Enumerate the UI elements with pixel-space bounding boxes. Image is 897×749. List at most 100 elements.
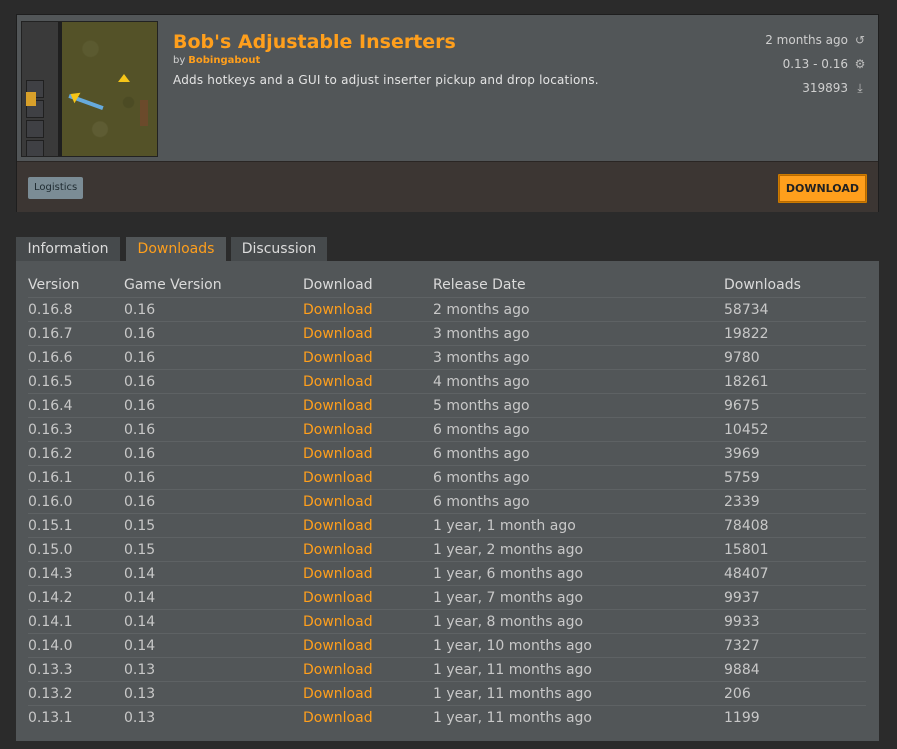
download-count-cell: 1199: [724, 710, 760, 726]
download-count-cell: 7327: [724, 638, 760, 654]
download-count-cell: 78408: [724, 518, 769, 534]
updated-text: 2 months ago: [765, 33, 848, 47]
release-date-cell: 1 year, 10 months ago: [433, 638, 592, 654]
download-count-cell: 15801: [724, 542, 769, 558]
downloads-meta: 319893 ⤓: [802, 81, 866, 96]
download-link[interactable]: Download: [303, 614, 373, 630]
download-count-cell: 2339: [724, 494, 760, 510]
version-cell: 0.16.6: [28, 350, 73, 366]
version-cell: 0.13.3: [28, 662, 73, 678]
mod-title[interactable]: Bob's Adjustable Inserters: [173, 31, 456, 53]
download-link[interactable]: Download: [303, 686, 373, 702]
thumbnail-tile: [26, 140, 44, 156]
table-row: 0.15.1 0.15 Download 1 year, 1 month ago 784…: [28, 513, 866, 538]
download-count-cell: 9937: [724, 590, 760, 606]
table-row: 0.13.2 0.13 Download 1 year, 11 months ago 2…: [28, 681, 866, 706]
mod-card: Bob's Adjustable Inserters by Bobingabout…: [16, 14, 879, 212]
downloads-panel: Version Game Version Download Release Da…: [16, 261, 879, 741]
thumbnail-inserter: [26, 92, 36, 106]
table-row: 0.16.7 0.16 Download 3 months ago 19822: [28, 321, 866, 346]
release-date-cell: 1 year, 8 months ago: [433, 614, 584, 630]
game-version-cell: 0.14: [124, 614, 156, 630]
release-date-cell: 6 months ago: [433, 494, 530, 510]
table-row: 0.13.1 0.13 Download 1 year, 11 months ago 1…: [28, 705, 866, 730]
game-version-cell: 0.16: [124, 398, 156, 414]
mod-thumbnail[interactable]: [21, 21, 158, 157]
table-row: 0.16.1 0.16 Download 6 months ago 5759: [28, 465, 866, 490]
download-link[interactable]: Download: [303, 662, 373, 678]
version-cell: 0.13.1: [28, 710, 73, 726]
release-date-cell: 1 year, 11 months ago: [433, 710, 592, 726]
history-icon: ↺: [854, 33, 866, 47]
tab-discussion[interactable]: Discussion: [231, 237, 327, 261]
tab-information[interactable]: Information: [16, 237, 120, 261]
game-version-cell: 0.15: [124, 542, 156, 558]
download-link[interactable]: Download: [303, 494, 373, 510]
download-count-cell: 9675: [724, 398, 760, 414]
mod-author-link[interactable]: Bobingabout: [188, 55, 260, 66]
version-cell: 0.16.0: [28, 494, 73, 510]
download-link[interactable]: Download: [303, 566, 373, 582]
download-link[interactable]: Download: [303, 710, 373, 726]
download-button[interactable]: DOWNLOAD: [777, 174, 867, 203]
download-link[interactable]: Download: [303, 302, 373, 318]
table-row: 0.14.2 0.14 Download 1 year, 7 months ago 99…: [28, 585, 866, 610]
column-header-release-date: Release Date: [433, 277, 526, 293]
game-version-cell: 0.14: [124, 566, 156, 582]
download-link[interactable]: Download: [303, 590, 373, 606]
column-header-game-version: Game Version: [124, 277, 222, 293]
by-label: by: [173, 55, 186, 66]
table-row: 0.14.0 0.14 Download 1 year, 10 months ago 7…: [28, 633, 866, 658]
version-cell: 0.16.2: [28, 446, 73, 462]
table-row: 0.16.3 0.16 Download 6 months ago 10452: [28, 417, 866, 442]
game-version-cell: 0.16: [124, 374, 156, 390]
download-count-cell: 10452: [724, 422, 769, 438]
release-date-cell: 3 months ago: [433, 350, 530, 366]
version-cell: 0.14.3: [28, 566, 73, 582]
release-date-cell: 6 months ago: [433, 470, 530, 486]
table-row: 0.16.0 0.16 Download 6 months ago 2339: [28, 489, 866, 514]
game-version-cell: 0.16: [124, 494, 156, 510]
game-versions-meta: 0.13 - 0.16 ⚙: [783, 57, 866, 71]
download-count-cell: 9780: [724, 350, 760, 366]
table-row: 0.16.2 0.16 Download 6 months ago 3969: [28, 441, 866, 466]
version-cell: 0.16.7: [28, 326, 73, 342]
table-row: 0.16.5 0.16 Download 4 months ago 18261: [28, 369, 866, 394]
download-icon: ⤓: [857, 81, 863, 95]
column-header-version: Version: [28, 277, 80, 293]
version-cell: 0.14.1: [28, 614, 73, 630]
download-link[interactable]: Download: [303, 542, 373, 558]
download-link[interactable]: Download: [303, 470, 373, 486]
release-date-cell: 4 months ago: [433, 374, 530, 390]
version-cell: 0.15.0: [28, 542, 73, 558]
tab-downloads[interactable]: Downloads: [126, 237, 226, 261]
download-count-cell: 9884: [724, 662, 760, 678]
download-count-cell: 18261: [724, 374, 769, 390]
release-date-cell: 1 year, 2 months ago: [433, 542, 584, 558]
download-link[interactable]: Download: [303, 638, 373, 654]
download-count-cell: 9933: [724, 614, 760, 630]
game-version-cell: 0.16: [124, 302, 156, 318]
download-link[interactable]: Download: [303, 374, 373, 390]
release-date-cell: 1 year, 6 months ago: [433, 566, 584, 582]
download-link[interactable]: Download: [303, 398, 373, 414]
game-version-cell: 0.14: [124, 590, 156, 606]
version-cell: 0.16.5: [28, 374, 73, 390]
version-cell: 0.14.2: [28, 590, 73, 606]
table-row: 0.15.0 0.15 Download 1 year, 2 months ago 15…: [28, 537, 866, 562]
mod-card-footer: Logistics DOWNLOAD: [17, 161, 878, 212]
download-link[interactable]: Download: [303, 326, 373, 342]
game-version-cell: 0.16: [124, 350, 156, 366]
thumbnail-ground: [62, 22, 157, 156]
mod-summary: Adds hotkeys and a GUI to adjust inserte…: [173, 73, 599, 87]
download-link[interactable]: Download: [303, 350, 373, 366]
download-count-cell: 19822: [724, 326, 769, 342]
download-link[interactable]: Download: [303, 518, 373, 534]
download-link[interactable]: Download: [303, 422, 373, 438]
release-date-cell: 1 year, 11 months ago: [433, 686, 592, 702]
version-cell: 0.13.2: [28, 686, 73, 702]
download-link[interactable]: Download: [303, 446, 373, 462]
category-tag[interactable]: Logistics: [28, 177, 84, 199]
download-count-cell: 206: [724, 686, 751, 702]
release-date-cell: 2 months ago: [433, 302, 530, 318]
